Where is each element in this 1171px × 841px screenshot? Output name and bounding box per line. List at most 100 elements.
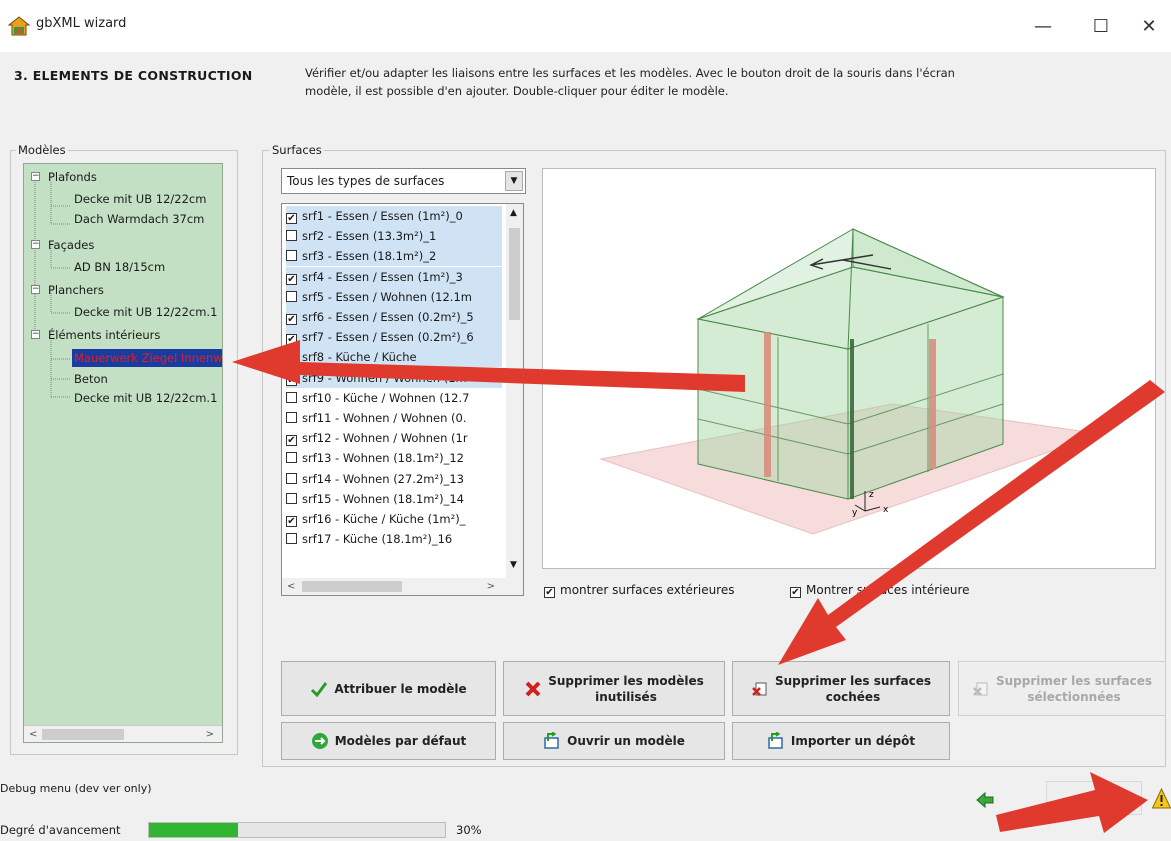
scroll-thumb[interactable] <box>302 581 402 592</box>
surface-list-item[interactable]: ✔ srf16 - Küche / Küche (1m²)_ <box>286 509 502 529</box>
axis-x-label: x <box>883 505 889 515</box>
surface-checkbox[interactable] <box>286 290 297 302</box>
surface-list-item[interactable]: srf3 - Essen (18.1m²)_2 <box>286 246 502 267</box>
surface-checkbox[interactable] <box>286 452 297 464</box>
surface-list-item[interactable]: srf17 - Küche (18.1m²)_16 <box>286 529 502 549</box>
surface-checkbox[interactable] <box>286 250 297 262</box>
surface-list-item[interactable]: srf10 - Küche / Wohnen (12.7 <box>286 388 502 408</box>
debug-menu[interactable]: Debug menu (dev ver only) <box>0 782 152 795</box>
tree-node-facades[interactable]: Façades <box>48 236 94 254</box>
tree-leaf[interactable]: AD BN 18/15cm <box>74 258 165 276</box>
surface-label: srf11 - Wohnen / Wohnen (0. <box>302 411 467 425</box>
scroll-thumb[interactable] <box>509 228 520 320</box>
scroll-thumb[interactable] <box>42 729 124 740</box>
tree-expander[interactable]: − <box>31 172 40 181</box>
models-tree[interactable]: − Plafonds Decke mit UB 12/22cm Dach War… <box>23 163 223 743</box>
surface-checkbox[interactable] <box>286 533 297 545</box>
checkbox-box[interactable]: ✔ <box>544 587 555 598</box>
surface-list-item[interactable]: srf13 - Wohnen (18.1m²)_12 <box>286 448 502 468</box>
next-button[interactable] <box>1046 781 1142 815</box>
surface-list-item[interactable]: ✔ srf4 - Essen / Essen (1m²)_3 <box>286 266 502 287</box>
progress-bar <box>148 822 446 838</box>
surface-checkbox[interactable]: ✔ <box>286 334 297 346</box>
surface-checkbox[interactable]: ✔ <box>286 273 297 285</box>
surface-label: srf7 - Essen / Essen (0.2m²)_6 <box>302 330 474 345</box>
surface-list-item[interactable]: srf5 - Essen / Wohnen (12.1m <box>286 286 502 307</box>
tree-leaf[interactable]: Beton <box>74 370 108 388</box>
tree-leaf-selected[interactable]: Mauerwerk Ziegel Innenwand <box>72 349 222 367</box>
dropdown-value: Tous les types de surfaces <box>287 174 445 188</box>
tree-expander[interactable]: − <box>31 330 40 339</box>
back-arrow-icon[interactable] <box>975 791 995 809</box>
surface-checkbox[interactable]: ✔ <box>286 435 297 447</box>
surface-checkbox[interactable]: ✔ <box>286 516 297 527</box>
surface-list-item[interactable]: ✔ srf1 - Essen / Essen (1m²)_0 <box>286 206 502 226</box>
close-button[interactable]: ✕ <box>1126 8 1171 44</box>
default-models-label: Modèles par défaut <box>334 734 467 748</box>
surface-checkbox[interactable] <box>286 351 297 363</box>
tree-node-plafonds[interactable]: Plafonds <box>48 168 97 186</box>
scroll-right-icon[interactable]: > <box>206 726 214 742</box>
tree-leaf[interactable]: Decke mit UB 12/22cm.1 <box>74 303 217 321</box>
tree-node-planchers[interactable]: Planchers <box>48 281 104 299</box>
surface-list-item[interactable]: ✔ srf12 - Wohnen / Wohnen (1r <box>286 428 502 448</box>
list-horizontal-scrollbar[interactable]: < > <box>282 578 523 595</box>
surface-list-item[interactable]: srf15 - Wohnen (18.1m²)_14 <box>286 489 502 509</box>
surface-list-item[interactable]: srf2 - Essen (13.3m²)_1 <box>286 226 502 247</box>
surface-checkbox[interactable] <box>286 412 297 423</box>
delete-unused-models-button[interactable]: Supprimer les modèles inutilisés <box>503 661 725 716</box>
chevron-down-icon[interactable]: ▼ <box>505 171 523 191</box>
surface-checkbox[interactable]: ✔ <box>286 374 297 386</box>
scroll-down-icon[interactable]: ▼ <box>510 560 517 570</box>
checkbox-box[interactable]: ✔ <box>790 587 801 598</box>
tree-horizontal-scrollbar[interactable]: < > <box>24 725 222 742</box>
progress-fill <box>149 823 238 837</box>
delete-unused-line-2: inutilisés <box>595 689 657 704</box>
surface-list-item[interactable]: ✔ srf6 - Essen / Essen (0.2m²)_5 <box>286 307 502 327</box>
delete-selected-surfaces-button[interactable]: Supprimer les surfaces sélectionnées <box>958 661 1166 716</box>
surface-checkbox[interactable] <box>286 230 297 242</box>
surface-checkbox[interactable]: ✔ <box>286 213 297 224</box>
open-model-button[interactable]: Ouvrir un modèle <box>503 722 725 760</box>
surface-checkbox[interactable] <box>286 472 297 484</box>
tree-leaf[interactable]: Decke mit UB 12/22cm <box>74 190 206 208</box>
surface-list-item[interactable]: srf8 - Küche / Küche <box>286 347 502 368</box>
surface-checkbox[interactable] <box>286 391 297 403</box>
delete-unused-line-1: Supprimer les modèles <box>548 673 704 688</box>
warning-icon[interactable] <box>1152 788 1171 810</box>
default-models-button[interactable]: Modèles par défaut <box>281 722 496 760</box>
surfaces-list[interactable]: ✔ srf1 - Essen / Essen (1m²)_0 srf2 - Esse… <box>281 203 524 596</box>
surface-label: srf3 - Essen (18.1m²)_2 <box>302 249 437 264</box>
scroll-left-icon[interactable]: < <box>29 726 37 742</box>
surface-list-item[interactable]: ✔ srf7 - Essen / Essen (0.2m²)_6 <box>286 327 502 348</box>
tree-expander[interactable]: − <box>31 240 40 249</box>
surface-label: srf5 - Essen / Wohnen (12.1m <box>302 289 472 304</box>
scroll-left-icon[interactable]: < <box>287 578 295 595</box>
maximize-button[interactable]: ☐ <box>1078 8 1124 44</box>
tree-expander[interactable]: − <box>31 285 40 294</box>
tree-leaf[interactable]: Decke mit UB 12/22cm.1 <box>74 389 217 407</box>
surface-list-item[interactable]: ✔ srf9 - Wohnen / Wohnen (1m <box>286 367 502 388</box>
import-file-icon <box>768 732 783 749</box>
minimize-button[interactable]: — <box>1020 8 1066 44</box>
show-interior-checkbox[interactable]: ✔ Montrer surfaces intérieure <box>790 583 970 598</box>
checkmark-icon <box>311 681 328 697</box>
tree-leaf[interactable]: Dach Warmdach 37cm <box>74 210 204 228</box>
assign-model-button[interactable]: Attribuer le modèle <box>281 661 496 716</box>
3d-viewer[interactable]: z x y <box>542 168 1156 569</box>
show-exterior-checkbox[interactable]: ✔ montrer surfaces extérieures <box>544 583 734 598</box>
surface-list-item[interactable]: srf11 - Wohnen / Wohnen (0. <box>286 408 502 428</box>
scroll-up-icon[interactable]: ▲ <box>510 208 517 218</box>
progress-label: Degré d'avancement <box>0 823 121 837</box>
surface-list-item[interactable]: srf14 - Wohnen (27.2m²)_13 <box>286 469 502 489</box>
list-vertical-scrollbar[interactable]: ▲ ▼ <box>506 204 523 580</box>
import-depot-button[interactable]: Importer un dépôt <box>732 722 950 760</box>
scroll-right-icon[interactable]: > <box>487 578 495 595</box>
surface-type-dropdown[interactable]: Tous les types de surfaces ▼ <box>281 168 526 194</box>
delete-checked-surfaces-button[interactable]: Supprimer les surfaces cochées <box>732 661 950 716</box>
show-interior-label: Montrer surfaces intérieure <box>806 583 970 597</box>
assign-model-label: Attribuer le modèle <box>334 681 467 696</box>
surface-checkbox[interactable] <box>286 492 297 504</box>
tree-node-elements-interieurs[interactable]: Éléments intérieurs <box>48 326 160 344</box>
surface-checkbox[interactable]: ✔ <box>286 314 297 325</box>
